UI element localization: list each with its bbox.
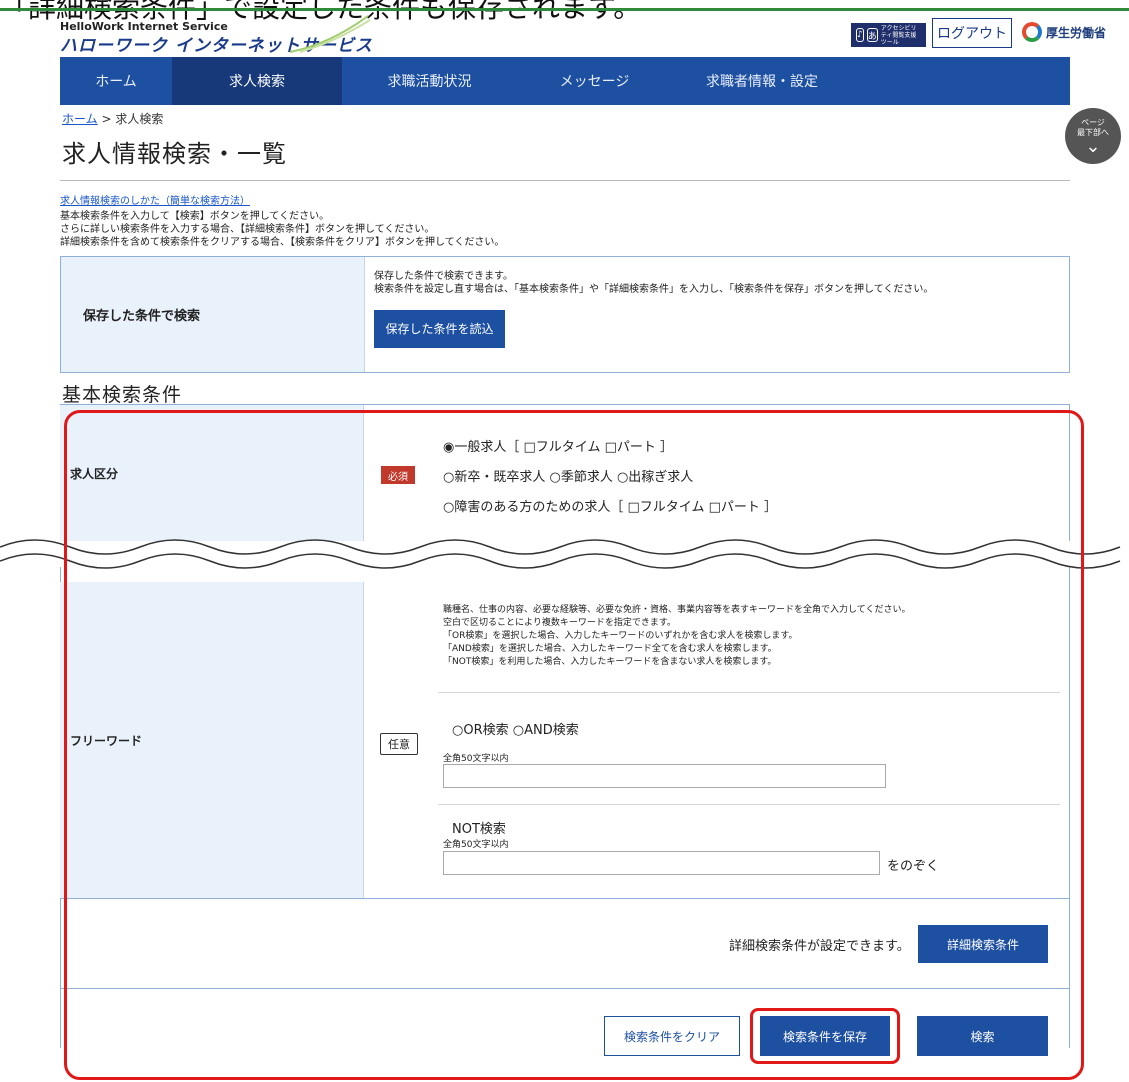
saved-search-box: 保存した条件で検索 保存した条件で検索できます。 検索条件を設定し直す場合は、「… (60, 256, 1070, 373)
nav-home[interactable]: ホーム (60, 57, 172, 105)
title-divider (60, 180, 1070, 181)
header-line (0, 8, 1129, 11)
logout-button[interactable]: ログアウト (932, 18, 1012, 48)
saved-desc-1: 保存した条件で検索できます。 (374, 271, 513, 282)
saved-search-label: 保存した条件で検索 (61, 257, 365, 372)
guide-line-3: 詳細検索条件を含めて検索条件をクリアする場合、【検索条件をクリア】ボタンを押して… (60, 237, 505, 248)
ministry-name: 厚生労働省 (1046, 25, 1107, 40)
brand-swoosh-icon (290, 15, 370, 53)
page-title: 求人情報検索・一覧 (62, 140, 287, 168)
nav-messages[interactable]: メッセージ (517, 57, 672, 105)
nav-job-search[interactable]: 求人検索 (172, 57, 342, 105)
ministry-logo[interactable]: 厚生労働省 (1022, 22, 1106, 42)
jump-to-bottom-button[interactable]: ページ 最下部へ ⌄ (1065, 108, 1121, 164)
breadcrumb-current: 求人検索 (115, 112, 164, 126)
nav-profile-settings[interactable]: 求職者情報・設定 (672, 57, 852, 105)
breadcrumb-home-link[interactable]: ホーム (62, 112, 98, 126)
font-icon: あ (866, 28, 878, 42)
highlight-frame (64, 410, 1084, 1080)
load-saved-button[interactable]: 保存した条件を読込 (374, 310, 505, 348)
speaker-icon: ♪ (856, 28, 864, 42)
breadcrumb: ホーム > 求人検索 (62, 110, 163, 127)
accessibility-label: アクセシビリティ閲覧支援ツール (880, 24, 917, 46)
save-button-highlight (750, 1008, 900, 1064)
nav-activity-status[interactable]: 求職活動状況 (342, 57, 517, 105)
saved-search-content: 保存した条件で検索できます。 検索条件を設定し直す場合は、「基本検索条件」や「詳… (365, 257, 933, 372)
main-nav: ホーム 求人検索 求職活動状況 メッセージ 求職者情報・設定 (60, 57, 1070, 105)
howto-link[interactable]: 求人情報検索のしかた（簡単な検索方法） (60, 192, 250, 207)
ministry-mark-icon (1022, 22, 1042, 42)
jump-label-1: ページ (1081, 118, 1105, 127)
section-title: 基本検索条件 (62, 384, 183, 406)
accessibility-tool-button[interactable]: ♪ あ アクセシビリティ閲覧支援ツール (851, 23, 926, 47)
saved-desc-2: 検索条件を設定し直す場合は、「基本検索条件」や「詳細検索条件」を入力し、「検索条… (374, 284, 934, 295)
chevron-down-icon: ⌄ (1085, 136, 1101, 157)
breadcrumb-separator: > (97, 112, 116, 126)
